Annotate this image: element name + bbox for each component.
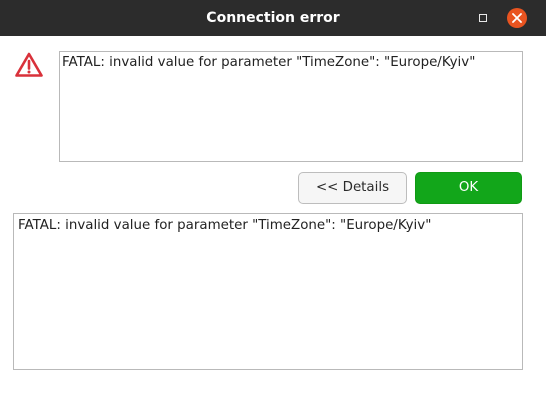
close-icon bbox=[512, 13, 522, 23]
window-title: Connection error bbox=[206, 10, 340, 26]
maximize-button[interactable] bbox=[477, 12, 489, 24]
warning-icon bbox=[15, 52, 43, 77]
details-text: FATAL: invalid value for parameter "Time… bbox=[18, 218, 432, 233]
close-button[interactable] bbox=[507, 8, 527, 28]
title-bar[interactable]: Connection error bbox=[0, 0, 546, 36]
details-text-area[interactable]: FATAL: invalid value for parameter "Time… bbox=[13, 213, 523, 370]
details-button[interactable]: << Details bbox=[298, 172, 407, 204]
connection-error-dialog: Connection error FATAL: invalid value fo… bbox=[0, 0, 546, 400]
maximize-icon bbox=[479, 14, 487, 22]
error-message-text: FATAL: invalid value for parameter "Time… bbox=[62, 55, 476, 70]
ok-button[interactable]: OK bbox=[415, 172, 522, 204]
error-message-box[interactable]: FATAL: invalid value for parameter "Time… bbox=[59, 51, 523, 162]
